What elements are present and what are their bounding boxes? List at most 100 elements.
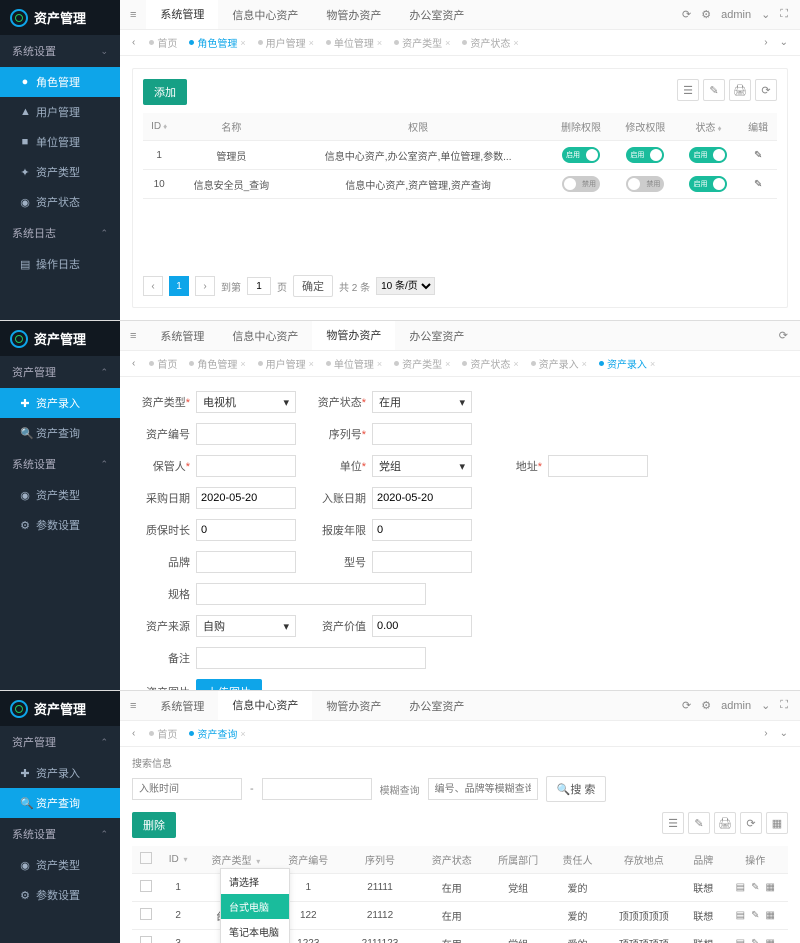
breadcrumb-tab[interactable]: 首页 [143, 726, 183, 741]
settings-icon[interactable]: ⚙ [701, 8, 711, 21]
breadcrumb-tab[interactable]: 单位管理 × [320, 35, 388, 50]
top-tab[interactable]: 信息中心资产 [218, 691, 312, 720]
filter-icon[interactable]: ☰ [662, 812, 684, 834]
row-checkbox[interactable] [140, 936, 152, 943]
sidebar-item[interactable]: ◉资产类型 [0, 850, 120, 880]
pager-input[interactable] [247, 277, 271, 295]
pager-size[interactable]: 10 条/页 [376, 277, 435, 295]
user-label[interactable]: admin [721, 9, 751, 21]
sidebar-item[interactable]: ✚资产录入 [0, 388, 120, 418]
sidebar-item[interactable]: 🔍资产查询 [0, 788, 120, 818]
column-header[interactable]: 序列号 [341, 846, 418, 874]
addr-input[interactable] [548, 455, 648, 477]
in-date-input[interactable] [372, 487, 472, 509]
column-header[interactable]: 品牌 [684, 846, 723, 874]
pager-go[interactable]: 确定 [293, 275, 333, 297]
fullscreen-icon[interactable]: ⛶ [780, 8, 788, 21]
column-header[interactable]: 所属部门 [485, 846, 551, 874]
refresh-icon[interactable]: ⟳ [779, 329, 788, 342]
select-all[interactable] [140, 852, 152, 864]
close-icon[interactable]: × [377, 38, 382, 48]
menu-toggle-icon[interactable]: ≡ [120, 330, 146, 342]
column-header[interactable]: 编辑 [739, 113, 777, 141]
fuzzy-input[interactable] [428, 778, 538, 800]
asset-no-input[interactable] [196, 423, 296, 445]
sidebar-item[interactable]: ✦资产类型 [0, 157, 120, 187]
close-icon[interactable]: × [309, 38, 314, 48]
warranty-input[interactable] [196, 519, 296, 541]
edit-icon[interactable]: ✎ [754, 150, 762, 161]
column-header[interactable]: 状态♦ [678, 113, 740, 141]
crumb-next[interactable]: › [760, 37, 771, 48]
copy-icon[interactable]: ▦ [765, 910, 774, 921]
row-checkbox[interactable] [140, 908, 152, 920]
menu-group[interactable]: 资产管理⌃ [0, 356, 120, 388]
sidebar-item[interactable]: ▲用户管理 [0, 97, 120, 127]
source-select[interactable]: 自购▾ [196, 615, 296, 637]
print-icon[interactable]: 🖨 [714, 812, 736, 834]
breadcrumb-tab[interactable]: 单位管理 × [320, 356, 388, 371]
time-to-input[interactable] [262, 778, 372, 800]
breadcrumb-tab[interactable]: 资产录入 × [525, 356, 593, 371]
column-header[interactable]: 责任人 [551, 846, 604, 874]
time-from-input[interactable] [132, 778, 242, 800]
crumb-menu[interactable]: ⌄ [776, 37, 792, 48]
export-icon[interactable]: ✎ [703, 79, 725, 101]
top-tab[interactable]: 信息中心资产 [218, 321, 312, 350]
copy-icon[interactable]: ▦ [765, 882, 774, 893]
filter-icon[interactable]: ☰ [677, 79, 699, 101]
top-tab[interactable]: 系统管理 [146, 691, 218, 720]
model-input[interactable] [372, 551, 472, 573]
edit-icon[interactable]: ✎ [751, 938, 759, 943]
sidebar-item[interactable]: ◉资产类型 [0, 480, 120, 510]
print-icon[interactable]: 🖨 [729, 79, 751, 101]
asset-status-select[interactable]: 在用▾ [372, 391, 472, 413]
menu-group[interactable]: 资产管理⌃ [0, 726, 120, 758]
top-tab[interactable]: 办公室资产 [395, 0, 478, 29]
scrap-input[interactable] [372, 519, 472, 541]
asset-type-select[interactable]: 电视机▾ [196, 391, 296, 413]
top-tab[interactable]: 系统管理 [146, 321, 218, 350]
remark-input[interactable] [196, 647, 426, 669]
edit-icon[interactable]: ✎ [751, 910, 759, 921]
refresh-icon[interactable]: ⟳ [682, 8, 691, 21]
sidebar-item[interactable]: ■单位管理 [0, 127, 120, 157]
close-icon[interactable]: × [513, 38, 518, 48]
sidebar-item[interactable]: ⚙参数设置 [0, 510, 120, 540]
column-header[interactable]: 修改权限 [613, 113, 677, 141]
brand-input[interactable] [196, 551, 296, 573]
menu-toggle-icon[interactable]: ≡ [120, 9, 146, 21]
chevron-down-icon[interactable]: ⌄ [761, 8, 770, 21]
unit-select[interactable]: 党组▾ [372, 455, 472, 477]
breadcrumb-tab[interactable]: 用户管理 × [252, 35, 320, 50]
chevron-down-icon[interactable]: ⌄ [761, 699, 770, 712]
menu-toggle-icon[interactable]: ≡ [120, 700, 146, 712]
breadcrumb-tab[interactable]: 角色管理 × [183, 35, 251, 50]
close-icon[interactable]: × [240, 729, 245, 739]
sidebar-item[interactable]: ◉资产状态 [0, 187, 120, 217]
columns-icon[interactable]: ▦ [766, 812, 788, 834]
menu-group[interactable]: 系统设置⌃ [0, 818, 120, 850]
breadcrumb-tab[interactable]: 首页 [143, 35, 183, 50]
breadcrumb-tab[interactable]: 资产录入 × [593, 356, 661, 371]
copy-icon[interactable]: ▦ [765, 938, 774, 943]
top-tab[interactable]: 系统管理 [146, 0, 218, 29]
close-icon[interactable]: × [240, 359, 245, 369]
breadcrumb-tab[interactable]: 角色管理 × [183, 356, 251, 371]
breadcrumb-tab[interactable]: 用户管理 × [252, 356, 320, 371]
close-icon[interactable]: × [513, 359, 518, 369]
sidebar-item[interactable]: ⚙参数设置 [0, 880, 120, 910]
breadcrumb-tab[interactable]: 资产类型 × [388, 35, 456, 50]
dropdown-option[interactable]: 笔记本电脑 [221, 919, 289, 943]
search-button[interactable]: 🔍 搜 索 [546, 776, 607, 802]
close-icon[interactable]: × [582, 359, 587, 369]
column-header[interactable]: 存放地点 [604, 846, 684, 874]
add-button[interactable]: 添加 [143, 79, 187, 105]
pager-page[interactable]: 1 [169, 276, 189, 296]
crumb-menu[interactable]: ⌄ [776, 728, 792, 739]
top-tab[interactable]: 信息中心资产 [218, 0, 312, 29]
crumb-prev[interactable]: ‹ [128, 728, 139, 739]
crumb-prev[interactable]: ‹ [128, 358, 139, 369]
close-icon[interactable]: × [240, 38, 245, 48]
view-icon[interactable]: ▤ [736, 910, 745, 921]
